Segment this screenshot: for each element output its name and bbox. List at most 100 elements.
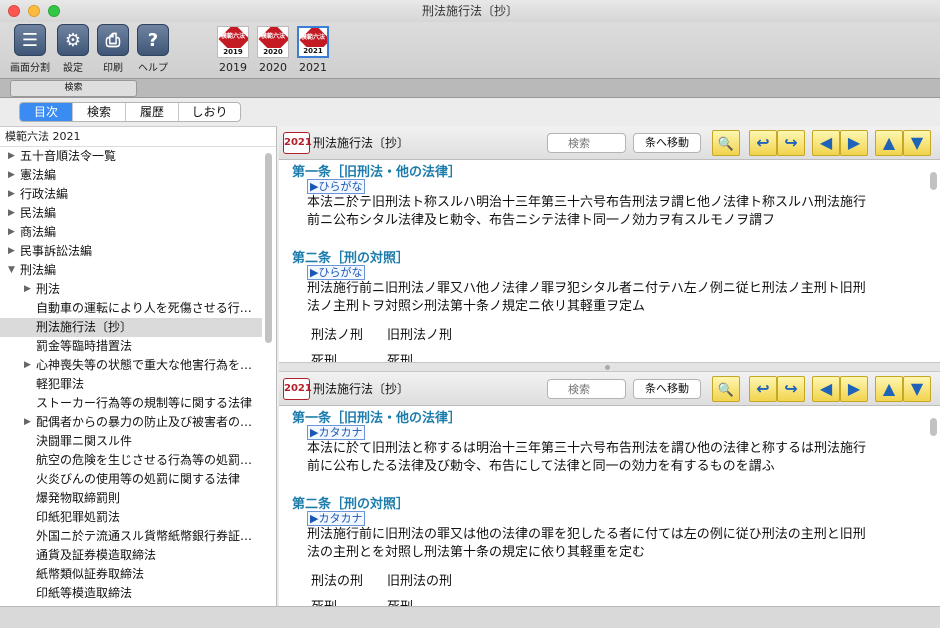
hiragana-toggle[interactable]: ▶ひらがな: [307, 179, 366, 194]
disclosure-triangle-icon[interactable]: ▼: [8, 261, 15, 280]
close-window-button[interactable]: [8, 5, 20, 17]
view-segmented-control: 目次 検索 履歴 しおり: [19, 102, 241, 122]
tree-item[interactable]: ▶ 配偶者からの暴力の防止及び被害者の…: [0, 413, 262, 432]
scroll-up-button[interactable]: ▲: [875, 376, 903, 402]
next-page-icon: ▶: [847, 133, 861, 152]
pane-scrollbar[interactable]: [930, 172, 937, 190]
tree-item[interactable]: ▼ 刑法編: [0, 261, 262, 280]
search-tab[interactable]: 検索: [10, 80, 137, 97]
tree-item[interactable]: ▶ 民法編: [0, 204, 262, 223]
scroll-down-button[interactable]: ▼: [903, 130, 931, 156]
article-text: 刑法施行前に旧刑法の罪又は他の法律の罪を犯したる者に付ては左の例に従ひ刑法の主刑…: [307, 527, 866, 560]
tree-item[interactable]: ▶ 商法編: [0, 223, 262, 242]
tree-item[interactable]: 自動車の運転により人を死傷させる行…: [0, 299, 262, 318]
tree-item[interactable]: 通貨及証券模造取締法: [0, 546, 262, 565]
search-button[interactable]: 🔍: [712, 376, 740, 402]
next-page-button[interactable]: ▶: [840, 376, 868, 402]
article-text: 本法に於て旧刑法と称するは明治十三年第三十六号布告刑法を謂ひ他の法律と称するは刑…: [307, 441, 867, 474]
previous-page-button[interactable]: ◀: [812, 130, 840, 156]
toolbar: ☰ 画面分割 ⚙ 設定 ⎙ 印刷 ? ヘルプ 模範六法 2019 2019 模範…: [0, 22, 940, 78]
pane-title: 刑法施行法〔抄〕: [313, 382, 410, 396]
disclosure-triangle-icon[interactable]: ▶: [8, 204, 15, 223]
disclosure-triangle-icon[interactable]: ▶: [24, 356, 31, 375]
pane-search-input[interactable]: [547, 133, 626, 153]
forward-button[interactable]: ↪: [777, 376, 805, 402]
search-button[interactable]: 🔍: [712, 130, 740, 156]
book-2021-button[interactable]: 模範六法 2021 2021: [296, 26, 330, 74]
katakana-toggle[interactable]: ▶カタカナ: [307, 425, 366, 440]
segment-search[interactable]: 検索: [73, 103, 126, 121]
article-heading: 第二条［刑の対照］: [292, 497, 410, 512]
segment-bar: 目次 検索 履歴 しおり: [0, 98, 940, 126]
tree-item[interactable]: 軽犯罪法: [0, 375, 262, 394]
scroll-up-button[interactable]: ▲: [875, 130, 903, 156]
previous-page-icon: ◀: [819, 133, 833, 152]
pane-search-input[interactable]: [547, 379, 626, 399]
book-2019-button[interactable]: 模範六法 2019 2019: [216, 26, 250, 74]
katakana-toggle[interactable]: ▶カタカナ: [307, 511, 366, 526]
tree-item-selected[interactable]: 刑法施行法〔抄〕: [0, 318, 262, 337]
article-heading: 第一条［旧刑法・他の法律］: [292, 411, 462, 426]
back-button[interactable]: ↩: [749, 130, 777, 156]
next-page-icon: ▶: [847, 379, 861, 398]
disclosure-triangle-icon[interactable]: ▶: [8, 166, 15, 185]
disclosure-triangle-icon[interactable]: ▶: [8, 185, 15, 204]
top-document-pane: 2021 刑法施行法〔抄〕 ⌕ 条へ移動 🔍 ↩ ↪ ◀ ▶ ▲ ▼ 第一条［旧…: [279, 126, 940, 362]
minimize-window-button[interactable]: [28, 5, 40, 17]
tree-item[interactable]: ストーカー行為等の規制等に関する法律: [0, 394, 262, 413]
disclosure-triangle-icon[interactable]: ▶: [8, 242, 15, 261]
tree-item[interactable]: ▶ 刑法: [0, 280, 262, 299]
hiragana-toggle[interactable]: ▶ひらがな: [307, 265, 366, 280]
help-icon: ?: [137, 24, 169, 56]
tree-item[interactable]: 外国ニ於テ流通スル貨幣紙幣銀行券証…: [0, 527, 262, 546]
down-arrow-icon: ▼: [910, 379, 924, 398]
disclosure-triangle-icon[interactable]: ▶: [24, 280, 31, 299]
segment-contents[interactable]: 目次: [20, 103, 73, 121]
previous-page-button[interactable]: ◀: [812, 376, 840, 402]
disclosure-triangle-icon[interactable]: ▶: [8, 147, 15, 166]
tree-item[interactable]: ▶ 憲法編: [0, 166, 262, 185]
tree-item[interactable]: ▶ 民事訴訟法編: [0, 242, 262, 261]
help-label: ヘルプ: [138, 63, 168, 74]
window-title: 刑法施行法〔抄〕: [421, 4, 518, 18]
jump-to-article-button[interactable]: 条へ移動: [633, 379, 701, 399]
disclosure-triangle-icon[interactable]: ▶: [8, 223, 15, 242]
disclosure-triangle-icon[interactable]: ▶: [24, 413, 31, 432]
tree-item[interactable]: 印紙犯罪処罰法: [0, 508, 262, 527]
pane-header: 2021 刑法施行法〔抄〕 ⌕ 条へ移動 🔍 ↩ ↪ ◀ ▶ ▲ ▼: [279, 372, 940, 406]
forward-arrow-icon: ↪: [784, 133, 798, 152]
tree-item[interactable]: 罰金等臨時措置法: [0, 337, 262, 356]
printer-icon: ⎙: [97, 24, 129, 56]
table-cell: 死刑: [311, 354, 338, 362]
book-year-label: 2020: [259, 61, 287, 74]
segment-history[interactable]: 履歴: [126, 103, 179, 121]
scroll-down-button[interactable]: ▼: [903, 376, 931, 402]
book-cover-icon: 模範六法 2019: [217, 26, 249, 58]
zoom-window-button[interactable]: [48, 5, 60, 17]
tree-item[interactable]: 航空の危険を生じさせる行為等の処罰…: [0, 451, 262, 470]
split-divider[interactable]: [279, 362, 940, 372]
next-page-button[interactable]: ▶: [840, 130, 868, 156]
pane-scrollbar[interactable]: [930, 418, 937, 436]
table-cell: 旧刑法ノ刑: [387, 328, 453, 343]
tree-item[interactable]: 印紙等模造取締法: [0, 584, 262, 603]
book-2020-button[interactable]: 模範六法 2020 2020: [256, 26, 290, 74]
help-button[interactable]: ? ヘルプ: [127, 24, 179, 74]
tree-item[interactable]: 紙幣類似証券取締法: [0, 565, 262, 584]
tree-item[interactable]: ▶ 五十音順法令一覧: [0, 147, 262, 166]
forward-button[interactable]: ↪: [777, 130, 805, 156]
tree-item[interactable]: 火炎びんの使用等の処罰に関する法律: [0, 470, 262, 489]
edition-badge: 2021: [283, 378, 312, 400]
edition-badge: 2021: [283, 132, 312, 154]
article-text: 本法ニ於テ旧刑法ト称スルハ明治十三年第三十六号布告刑法ヲ謂ヒ他ノ法律ト称スルハ刑…: [307, 195, 867, 228]
tree-item[interactable]: 爆発物取締罰則: [0, 489, 262, 508]
sidebar-scrollbar[interactable]: [265, 153, 272, 343]
status-bar: [0, 606, 940, 628]
jump-to-article-button[interactable]: 条へ移動: [633, 133, 701, 153]
back-button[interactable]: ↩: [749, 376, 777, 402]
up-arrow-icon: ▲: [882, 379, 896, 398]
segment-bookmarks[interactable]: しおり: [179, 103, 240, 121]
tree-item[interactable]: ▶ 心神喪失等の状態で重大な他害行為を…: [0, 356, 262, 375]
tree-item[interactable]: ▶ 行政法編: [0, 185, 262, 204]
tree-item[interactable]: 決闘罪ニ関スル件: [0, 432, 262, 451]
